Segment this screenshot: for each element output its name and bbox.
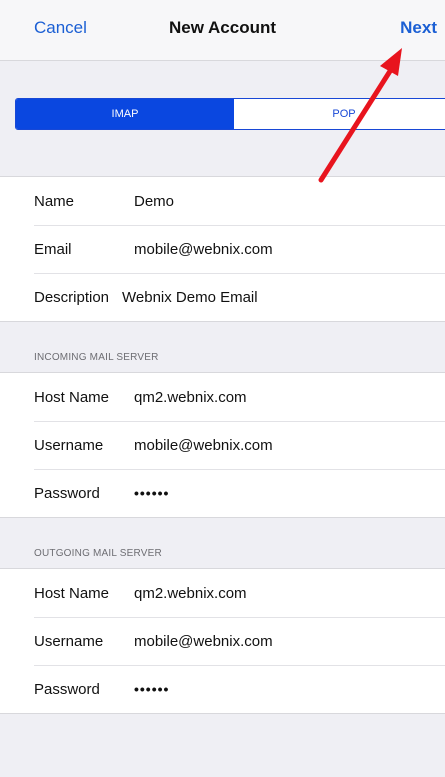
name-field[interactable]: Demo bbox=[134, 193, 174, 210]
outgoing-password-row[interactable]: Password •••••• bbox=[0, 665, 445, 713]
account-info-group: Name Demo Email mobile@webnix.com Descri… bbox=[0, 176, 445, 322]
email-row[interactable]: Email mobile@webnix.com bbox=[0, 225, 445, 273]
description-row[interactable]: Description Webnix Demo Email bbox=[0, 273, 445, 321]
protocol-segmented-control: IMAP POP bbox=[15, 98, 445, 130]
outgoing-password-field[interactable]: •••••• bbox=[134, 681, 169, 697]
email-field[interactable]: mobile@webnix.com bbox=[134, 241, 273, 258]
next-button[interactable]: Next bbox=[400, 18, 437, 38]
outgoing-host-field[interactable]: qm2.webnix.com bbox=[134, 585, 247, 602]
navigation-bar: Cancel New Account Next bbox=[0, 0, 445, 61]
name-label: Name bbox=[34, 192, 75, 210]
incoming-server-group: Host Name qm2.webnix.com Username mobile… bbox=[0, 372, 445, 518]
incoming-password-field[interactable]: •••••• bbox=[134, 485, 169, 501]
incoming-host-label: Host Name bbox=[34, 388, 110, 406]
outgoing-host-row[interactable]: Host Name qm2.webnix.com bbox=[0, 569, 445, 617]
name-row[interactable]: Name Demo bbox=[0, 177, 445, 225]
incoming-password-label: Password bbox=[34, 484, 100, 502]
outgoing-username-label: Username bbox=[34, 632, 104, 650]
description-label: Description bbox=[34, 288, 110, 306]
email-label: Email bbox=[34, 240, 72, 258]
cancel-button[interactable]: Cancel bbox=[34, 18, 87, 38]
outgoing-server-group: Host Name qm2.webnix.com Username mobile… bbox=[0, 568, 445, 714]
incoming-host-row[interactable]: Host Name qm2.webnix.com bbox=[0, 373, 445, 421]
incoming-host-field[interactable]: qm2.webnix.com bbox=[134, 389, 247, 406]
segment-pop[interactable]: POP bbox=[234, 99, 445, 129]
incoming-username-label: Username bbox=[34, 436, 104, 454]
incoming-password-row[interactable]: Password •••••• bbox=[0, 469, 445, 517]
outgoing-username-field[interactable]: mobile@webnix.com bbox=[134, 633, 273, 650]
incoming-section-header: INCOMING MAIL SERVER bbox=[34, 352, 159, 363]
incoming-username-field[interactable]: mobile@webnix.com bbox=[134, 437, 273, 454]
segment-imap[interactable]: IMAP bbox=[16, 99, 234, 129]
new-account-screen: Cancel New Account Next IMAP POP Name De… bbox=[0, 0, 445, 777]
incoming-username-row[interactable]: Username mobile@webnix.com bbox=[0, 421, 445, 469]
description-field[interactable]: Webnix Demo Email bbox=[122, 289, 258, 306]
outgoing-section-header: OUTGOING MAIL SERVER bbox=[34, 548, 162, 559]
outgoing-password-label: Password bbox=[34, 680, 100, 698]
outgoing-host-label: Host Name bbox=[34, 584, 110, 602]
outgoing-username-row[interactable]: Username mobile@webnix.com bbox=[0, 617, 445, 665]
